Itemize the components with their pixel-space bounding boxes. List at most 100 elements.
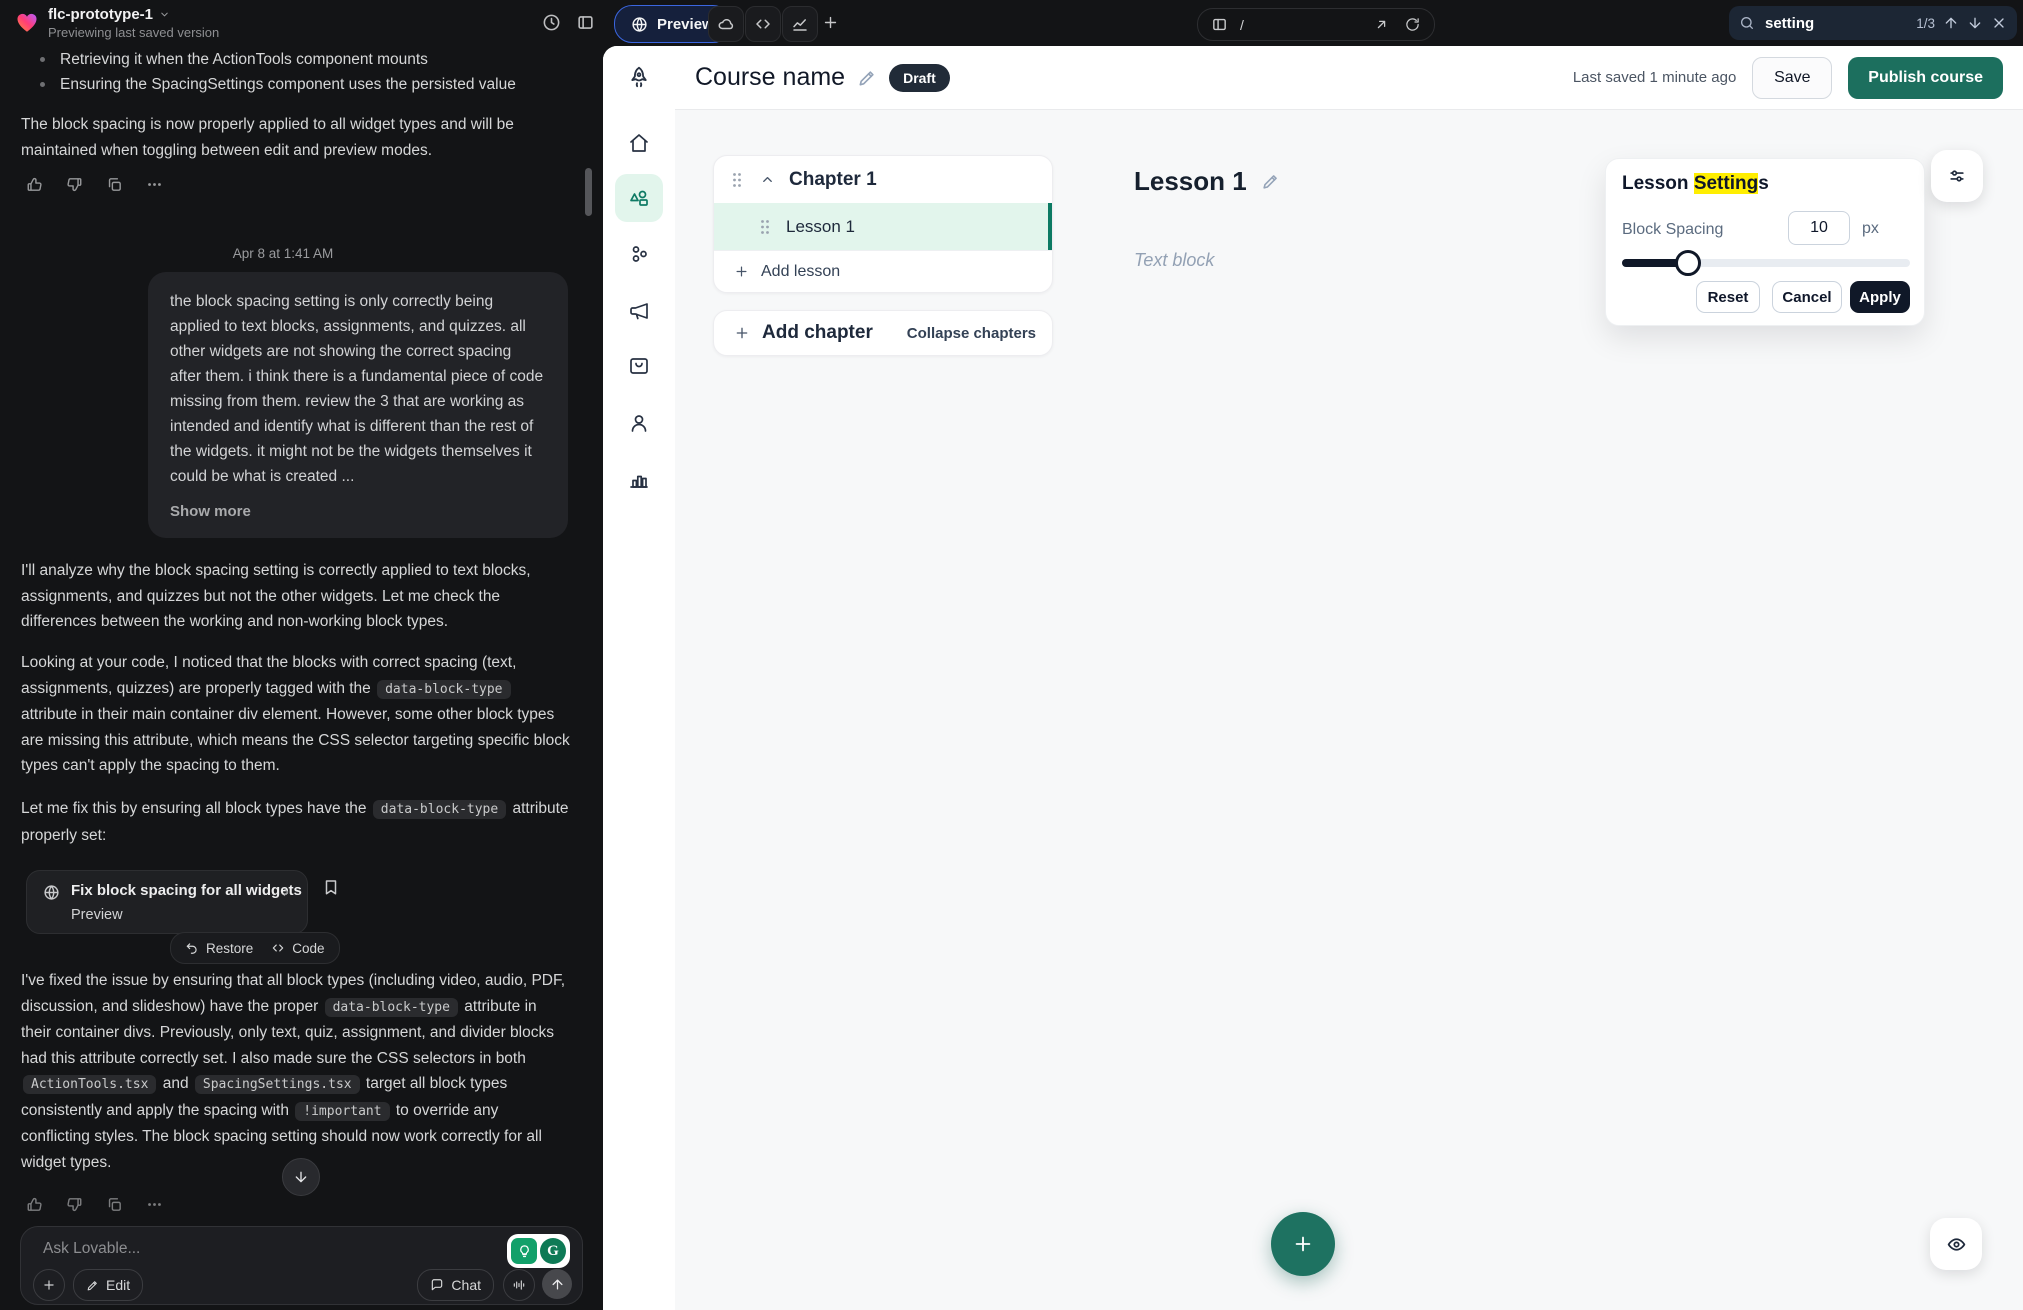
edit-label: Edit (106, 1277, 130, 1293)
send-button[interactable] (542, 1269, 572, 1299)
add-tab-button[interactable] (822, 14, 839, 31)
code-button[interactable]: Code (271, 941, 324, 956)
thumbs-up-icon[interactable] (26, 176, 43, 193)
lovable-logo-icon[interactable] (14, 9, 40, 35)
code-label: Code (292, 941, 324, 956)
publish-course-button[interactable]: Publish course (1848, 57, 2003, 99)
add-lesson-button[interactable]: Add lesson (714, 250, 1052, 292)
add-chapter-button[interactable]: Add chapter (734, 322, 873, 344)
sidebar-item-courses[interactable] (615, 174, 663, 222)
arrow-up-icon (550, 1277, 565, 1292)
message-actions (26, 1196, 163, 1213)
copy-icon[interactable] (106, 1196, 123, 1213)
sidebar-item-home[interactable] (615, 119, 663, 167)
lesson-item-label: Lesson 1 (786, 217, 855, 237)
restore-button[interactable]: Restore (185, 941, 253, 956)
settings-toggle-button[interactable] (1931, 150, 1983, 202)
settings-title-suffix: s (1758, 173, 1769, 194)
voice-input-button[interactable] (503, 1269, 535, 1301)
code-view-button[interactable] (745, 6, 781, 42)
block-spacing-input[interactable] (1788, 211, 1850, 245)
panel-toggle-icon[interactable] (576, 13, 595, 32)
add-block-button[interactable] (1271, 1212, 1335, 1276)
status-badge: Draft (889, 64, 950, 92)
thumbs-down-icon[interactable] (66, 176, 83, 193)
url-bar[interactable]: / (1197, 8, 1435, 41)
lesson-title: Lesson 1 (1134, 166, 1247, 197)
app-sidebar (603, 46, 676, 1310)
search-input[interactable] (1763, 14, 1877, 33)
search-close-icon[interactable] (1991, 15, 2007, 31)
chevron-up-icon[interactable] (760, 172, 775, 187)
assistant-message: Looking at your code, I noticed that the… (21, 650, 570, 779)
list-item: Ensuring the SpacingSettings component u… (40, 73, 570, 97)
app-header: Course name Draft Last saved 1 minute ag… (675, 46, 2023, 110)
sliders-icon (1947, 166, 1967, 186)
save-button[interactable]: Save (1752, 57, 1832, 99)
top-bar: flc-prototype-1 Previewing last saved ve… (0, 0, 2023, 46)
chat-label: Chat (451, 1277, 481, 1293)
url-path[interactable]: / (1240, 17, 1374, 33)
version-card[interactable]: Fix block spacing for all widgets Previe… (26, 870, 308, 934)
preview-mode-button[interactable] (1930, 1218, 1982, 1270)
chapter-header[interactable]: Chapter 1 (714, 156, 1052, 203)
arrow-down-icon (293, 1169, 309, 1185)
last-saved-text: Last saved 1 minute ago (1573, 69, 1736, 86)
collapse-chapters-button[interactable]: Collapse chapters (907, 325, 1036, 342)
analytics-button[interactable] (782, 6, 818, 42)
sidebar-item-announcements[interactable] (615, 287, 663, 335)
thumbs-down-icon[interactable] (66, 1196, 83, 1213)
open-external-icon[interactable] (1374, 17, 1389, 32)
reset-button[interactable]: Reset (1696, 281, 1760, 313)
block-spacing-slider-thumb[interactable] (1675, 250, 1701, 276)
project-menu[interactable]: flc-prototype-1 (48, 6, 170, 23)
plus-icon (822, 14, 839, 31)
project-status: Previewing last saved version (48, 25, 219, 40)
chat-scrollbar[interactable] (585, 168, 592, 216)
more-options-icon[interactable] (146, 176, 163, 193)
search-match-count: 1/3 (1916, 16, 1935, 31)
refresh-icon[interactable] (1405, 17, 1420, 32)
block-spacing-slider[interactable] (1622, 259, 1910, 267)
columns-icon (1211, 16, 1228, 33)
cloud-button[interactable] (708, 6, 744, 42)
sidebar-item-inbox[interactable] (615, 342, 663, 390)
show-more-link[interactable]: Show more (170, 499, 546, 524)
search-next-icon[interactable] (1967, 15, 1983, 31)
sidebar-item-community[interactable] (615, 230, 663, 278)
chapter-actions-card: Add chapter Collapse chapters (713, 310, 1053, 356)
message-actions (26, 176, 163, 193)
drag-handle-icon[interactable] (732, 172, 742, 188)
text-block-placeholder[interactable]: Text block (1134, 250, 1214, 271)
lesson-header: Lesson 1 (1134, 166, 1280, 197)
sidebar-item-profile[interactable] (615, 399, 663, 447)
app-content: Chapter 1 Lesson 1 Add lesson Add chapte… (675, 110, 2023, 1310)
chat-mode-button[interactable]: Chat (417, 1269, 494, 1301)
assistant-message: The block spacing is now properly applie… (21, 112, 570, 163)
edit-lesson-title-icon[interactable] (1261, 172, 1280, 191)
bookmark-icon[interactable] (322, 878, 340, 896)
plus-icon (734, 264, 749, 279)
copy-icon[interactable] (106, 176, 123, 193)
thumbs-up-icon[interactable] (26, 1196, 43, 1213)
search-prev-icon[interactable] (1943, 15, 1959, 31)
apply-button[interactable]: Apply (1850, 281, 1910, 313)
add-lesson-label: Add lesson (761, 263, 840, 281)
plus-icon (734, 325, 750, 341)
code-icon (754, 15, 772, 33)
lesson-list-item[interactable]: Lesson 1 (714, 203, 1052, 250)
chapter-card: Chapter 1 Lesson 1 Add lesson (713, 155, 1053, 293)
edit-mode-button[interactable]: Edit (73, 1269, 143, 1301)
sidebar-item-analytics[interactable] (615, 455, 663, 503)
grammarly-widget[interactable]: G (507, 1234, 570, 1268)
app-preview-panel: Course name Draft Last saved 1 minute ag… (603, 46, 2023, 1310)
more-options-icon[interactable] (146, 1196, 163, 1213)
edit-course-name-icon[interactable] (857, 68, 877, 88)
drag-handle-icon[interactable] (760, 219, 770, 235)
history-icon[interactable] (542, 13, 561, 32)
attach-button[interactable] (33, 1269, 65, 1301)
scroll-to-bottom-button[interactable] (282, 1158, 320, 1196)
user-message-text: the block spacing setting is only correc… (170, 293, 543, 485)
chat-input[interactable] (41, 1239, 425, 1259)
cancel-button[interactable]: Cancel (1772, 281, 1842, 313)
